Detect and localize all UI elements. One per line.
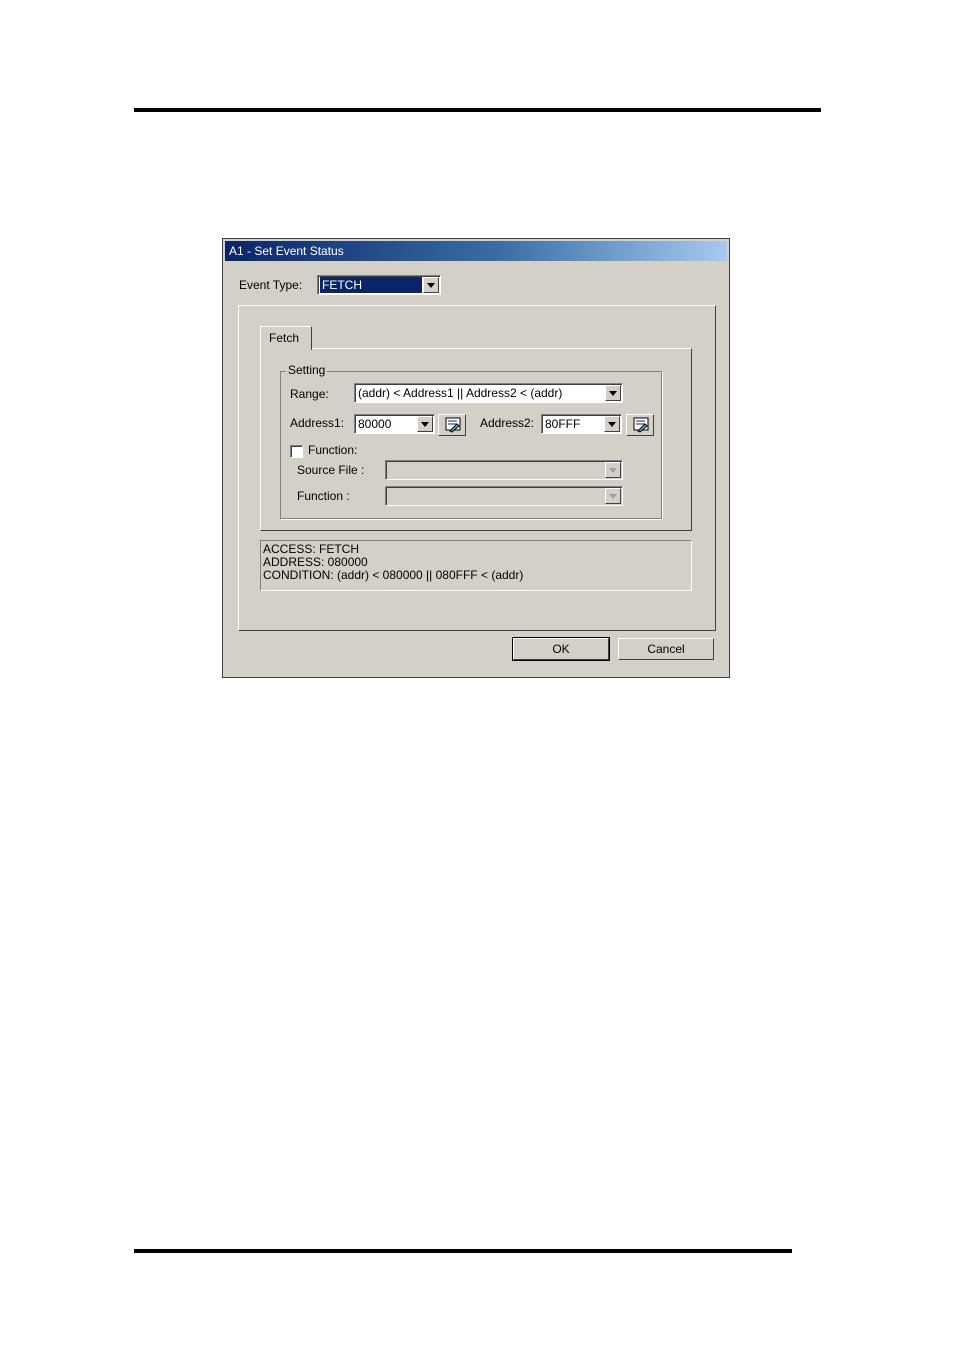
chevron-down-icon[interactable] xyxy=(605,385,621,401)
top-rule xyxy=(134,108,821,112)
setting-group-label: Setting xyxy=(286,363,328,377)
event-type-dropdown[interactable]: FETCH xyxy=(317,275,441,295)
function-label: Function : xyxy=(297,489,350,503)
address1-value: 80000 xyxy=(358,417,392,431)
chevron-down-icon[interactable] xyxy=(605,488,621,504)
event-type-label: Event Type: xyxy=(239,278,303,292)
range-label: Range: xyxy=(290,387,329,401)
address2-browse-button[interactable] xyxy=(626,414,654,436)
chevron-down-icon[interactable] xyxy=(417,416,433,432)
bottom-rule xyxy=(134,1249,792,1253)
address1-label: Address1: xyxy=(290,416,345,430)
address2-label: Address2: xyxy=(480,416,535,430)
tab-fetch-label: Fetch xyxy=(269,331,300,345)
address2-value: 80FFF xyxy=(545,417,581,431)
source-file-label: Source File : xyxy=(297,463,365,477)
event-info-box: ACCESS: FETCH ADDRESS: 080000 CONDITION:… xyxy=(260,540,692,591)
cancel-button[interactable]: Cancel xyxy=(618,638,714,660)
address1-input[interactable]: 80000 xyxy=(354,414,435,434)
dialog-title: A1 - Set Event Status xyxy=(229,244,344,258)
event-info-condition: CONDITION: (addr) < 080000 || 080FFF < (… xyxy=(263,568,524,582)
address2-input[interactable]: 80FFF xyxy=(541,414,622,434)
range-value: (addr) < Address1 || Address2 < (addr) xyxy=(358,386,563,400)
function-checkbox[interactable] xyxy=(290,445,303,458)
ok-button[interactable]: OK xyxy=(512,637,610,661)
browse-icon xyxy=(633,417,649,433)
browse-icon xyxy=(445,417,461,433)
range-dropdown[interactable]: (addr) < Address1 || Address2 < (addr) xyxy=(354,383,623,403)
function-dropdown[interactable] xyxy=(385,486,623,506)
source-file-dropdown[interactable] xyxy=(385,460,623,480)
chevron-down-icon[interactable] xyxy=(423,277,439,293)
tab-fetch[interactable]: Fetch xyxy=(260,326,312,350)
title-bar[interactable]: A1 - Set Event Status xyxy=(225,241,727,261)
chevron-down-icon[interactable] xyxy=(605,462,621,478)
chevron-down-icon[interactable] xyxy=(604,416,620,432)
function-checkbox-label: Function: xyxy=(308,443,358,457)
event-type-value: FETCH xyxy=(320,277,422,293)
address1-browse-button[interactable] xyxy=(438,414,466,436)
set-event-status-dialog: A1 - Set Event Status Event Type: FETCH … xyxy=(222,238,730,678)
